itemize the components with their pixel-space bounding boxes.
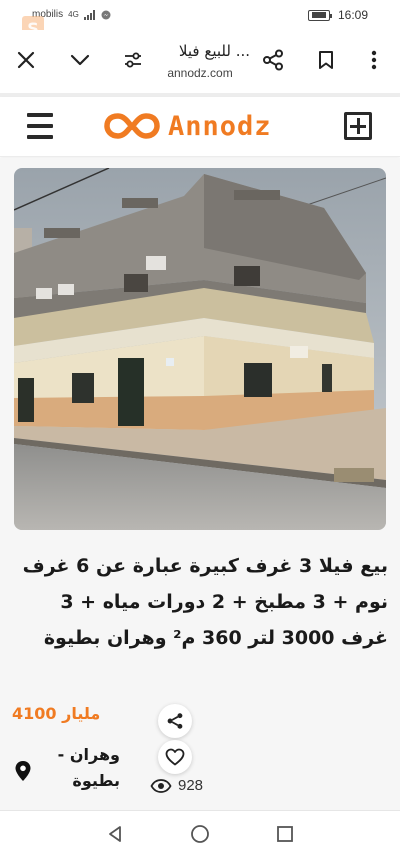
page-title: للبيع فيلا ... <box>178 42 250 60</box>
site-header: Annodz <box>0 97 400 157</box>
recents-icon[interactable] <box>274 823 296 845</box>
battery-icon <box>307 9 332 21</box>
home-icon[interactable] <box>189 823 211 845</box>
status-right: 16:09 <box>307 8 368 22</box>
view-count-value: 928 <box>178 777 204 794</box>
building-image <box>14 168 386 530</box>
heart-icon <box>165 748 185 766</box>
listing-photo[interactable] <box>14 168 386 530</box>
view-count: 928 <box>150 777 203 794</box>
bookmark-icon[interactable] <box>312 46 340 74</box>
eye-icon <box>150 778 172 793</box>
page-url[interactable]: annodz.com <box>150 66 250 80</box>
hamburger-icon[interactable] <box>27 113 55 139</box>
screen: mobilis 4G 16:09 S للبيع فيلا ... annodz… <box>0 0 400 857</box>
system-nav-bar <box>0 810 400 857</box>
network-label: 4G <box>68 10 79 19</box>
favorite-button[interactable] <box>158 740 192 774</box>
price-row: 4100 مليار <box>12 704 100 723</box>
location-text: وهران - بطيوة <box>57 745 120 790</box>
logo-text: Annodz <box>168 110 272 142</box>
share-listing-button[interactable] <box>158 704 192 738</box>
infinity-logo-icon <box>104 113 160 139</box>
listing-title: بيع فيلا 3 غرف كبيرة عبارة عن 6 غرف نوم … <box>22 555 388 649</box>
back-icon[interactable] <box>104 823 126 845</box>
add-square-icon[interactable] <box>344 112 372 140</box>
messenger-icon <box>101 10 111 19</box>
chevron-down-icon[interactable] <box>66 46 94 74</box>
signal-icon <box>83 9 95 20</box>
filter-icon[interactable] <box>119 46 147 74</box>
browser-toolbar: للبيع فيلا ... annodz.com <box>0 30 400 92</box>
more-vertical-icon[interactable] <box>360 46 388 74</box>
clock: 16:09 <box>337 8 368 22</box>
listing-price: 4100 مليار <box>12 704 101 723</box>
listing-location: وهران - بطيوة <box>14 742 120 794</box>
close-icon[interactable] <box>12 46 40 74</box>
share-icon[interactable] <box>259 46 287 74</box>
share-icon <box>167 713 183 729</box>
map-pin-icon <box>15 761 31 781</box>
site-logo[interactable]: Annodz <box>104 109 272 143</box>
